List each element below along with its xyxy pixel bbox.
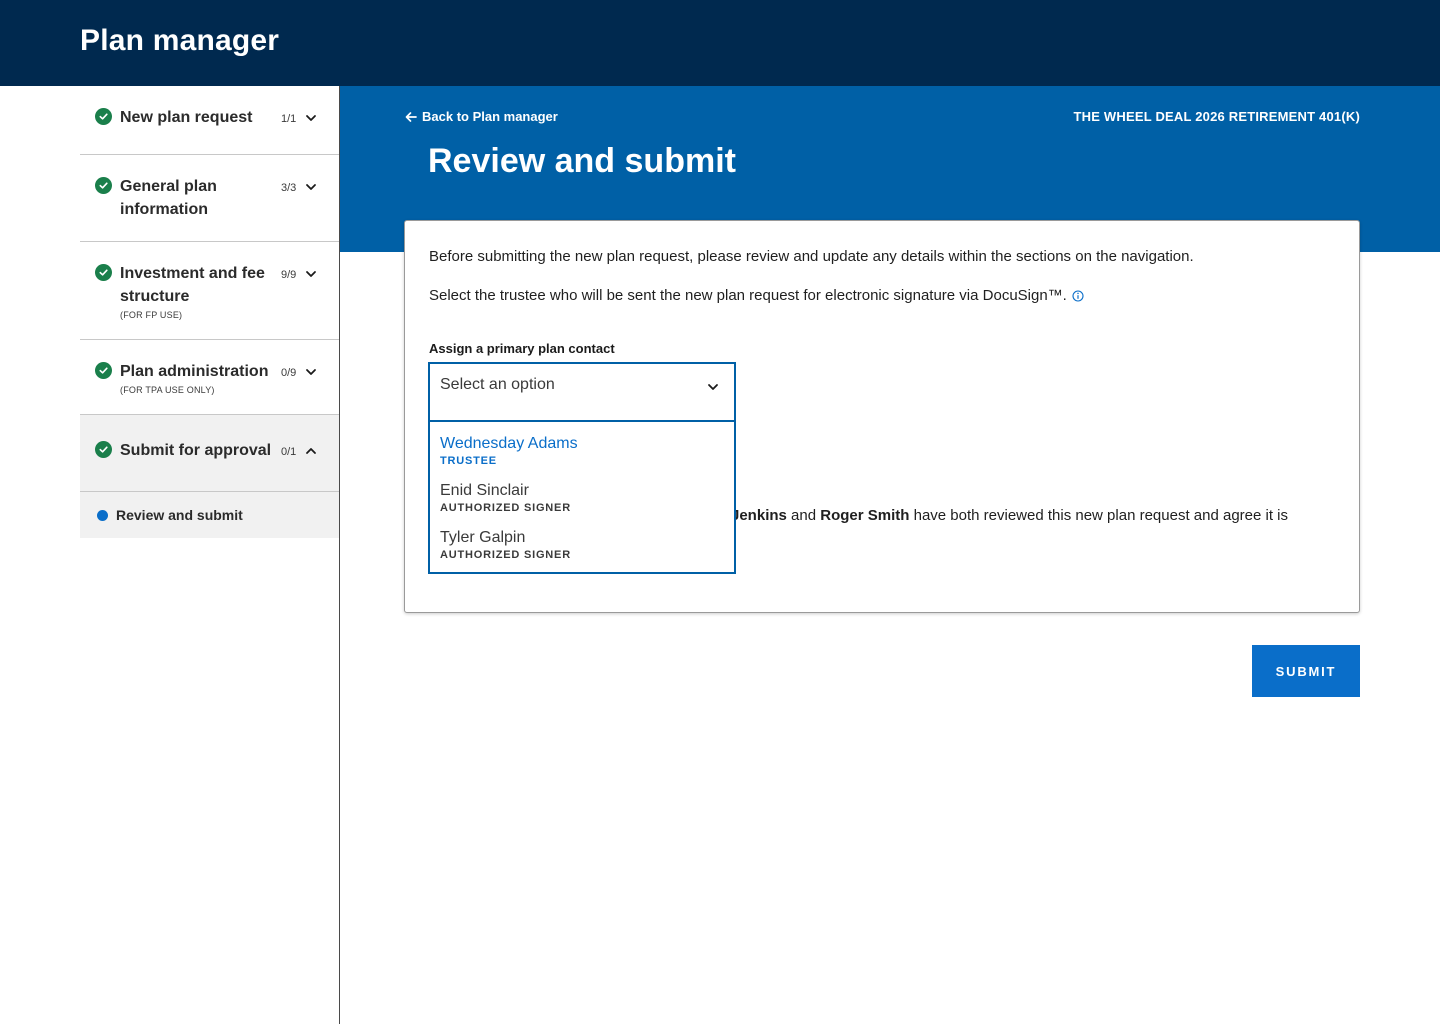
current-step-dot-icon xyxy=(97,510,108,521)
intro-text: Before submitting the new plan request, … xyxy=(429,248,1194,265)
sidebar-item-label: New plan request xyxy=(120,109,253,126)
signer-name-2: Roger Smith xyxy=(820,507,910,524)
chevron-up-icon[interactable] xyxy=(304,444,318,458)
dropdown-option[interactable]: Tyler Galpin AUTHORIZED SIGNER xyxy=(440,528,720,562)
back-link[interactable]: Back to Plan manager xyxy=(404,109,558,124)
check-circle-icon xyxy=(95,441,112,458)
sidebar-item-label: General plan information xyxy=(120,178,217,218)
option-role: TRUSTEE xyxy=(440,455,497,467)
option-name: Enid Sinclair xyxy=(440,482,529,499)
chevron-down-icon[interactable] xyxy=(304,365,318,379)
attestation-connector: and xyxy=(786,507,821,524)
progress-count: 3/3 xyxy=(281,182,297,194)
sidebar-item-note: (FOR FP USE) xyxy=(120,310,183,320)
chevron-down-icon xyxy=(708,384,718,390)
check-circle-icon xyxy=(95,177,112,194)
arrow-left-icon xyxy=(405,111,417,122)
sidebar-item-submit-for-approval[interactable]: Submit for approval 0/1 xyxy=(80,415,339,492)
sidebar-item-label: Plan administration xyxy=(120,363,269,380)
progress-count: 9/9 xyxy=(281,269,297,281)
sidebar-item-note: (FOR TPA USE ONLY) xyxy=(120,385,215,395)
primary-contact-label: Assign a primary plan contact xyxy=(429,341,615,356)
option-role: AUTHORIZED SIGNER xyxy=(440,502,571,514)
attestation-tail: have both reviewed this new plan request… xyxy=(909,507,1289,524)
sidebar-subitem-review-and-submit[interactable]: Review and submit xyxy=(80,492,339,538)
info-icon[interactable] xyxy=(1072,289,1084,302)
sidebar-subitem-label: Review and submit xyxy=(116,507,243,523)
check-circle-icon xyxy=(95,362,112,379)
chevron-down-icon[interactable] xyxy=(304,111,318,125)
page-title: Review and submit xyxy=(428,142,736,180)
sidebar-item-plan-administration[interactable]: Plan administration (FOR TPA USE ONLY) 0… xyxy=(80,340,339,415)
plan-name: THE WHEEL DEAL 2026 RETIREMENT 401(K) xyxy=(1073,109,1360,124)
chevron-down-icon[interactable] xyxy=(304,180,318,194)
chevron-down-icon[interactable] xyxy=(304,267,318,281)
signer-name-1: Jenkins xyxy=(731,507,787,524)
option-role: AUTHORIZED SIGNER xyxy=(440,549,571,561)
primary-contact-select[interactable]: Select an option xyxy=(428,362,736,422)
check-circle-icon xyxy=(95,264,112,281)
sidebar-item-label: Investment and fee structure xyxy=(120,265,265,305)
option-name: Tyler Galpin xyxy=(440,529,526,546)
progress-count: 0/1 xyxy=(281,446,297,458)
contact-dropdown-list: Wednesday Adams TRUSTEE Enid Sinclair AU… xyxy=(428,421,736,574)
trustee-instructions-text: Select the trustee who will be sent the … xyxy=(429,287,1067,304)
select-placeholder: Select an option xyxy=(440,376,555,393)
dropdown-option[interactable]: Wednesday Adams TRUSTEE xyxy=(440,434,720,468)
submit-button[interactable]: SUBMIT xyxy=(1252,645,1360,697)
dropdown-option[interactable]: Enid Sinclair AUTHORIZED SIGNER xyxy=(440,481,720,515)
back-link-label: Back to Plan manager xyxy=(422,109,558,124)
progress-count: 1/1 xyxy=(281,113,297,125)
check-circle-icon xyxy=(95,108,112,125)
app-title: Plan manager xyxy=(80,24,280,57)
sidebar-item-new-plan-request[interactable]: New plan request 1/1 xyxy=(80,86,339,155)
top-bar: Plan manager xyxy=(0,0,1440,86)
trustee-instructions: Select the trustee who will be sent the … xyxy=(429,287,1084,304)
sidebar-item-investment-and-fee-structure[interactable]: Investment and fee structure (FOR FP USE… xyxy=(80,242,339,340)
sidebar-item-label: Submit for approval xyxy=(120,442,272,459)
attestation-text: Jenkins and Roger Smith have both review… xyxy=(731,507,1288,524)
progress-count: 0/9 xyxy=(281,367,297,379)
sidebar-item-general-plan-information[interactable]: General plan information 3/3 xyxy=(80,155,339,242)
option-name: Wednesday Adams xyxy=(440,435,578,452)
